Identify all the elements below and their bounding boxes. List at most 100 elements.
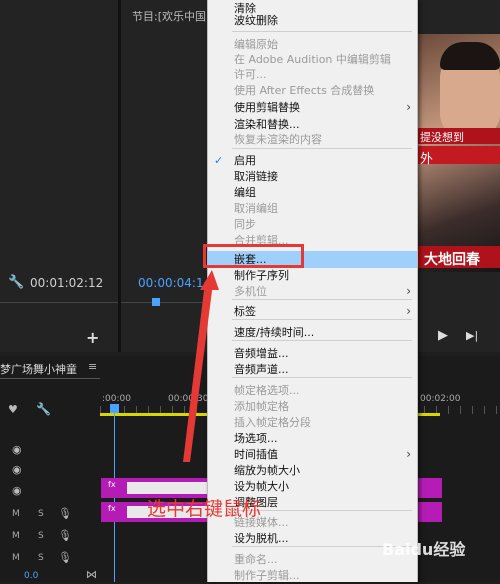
video-clip-end[interactable] [416,478,442,498]
menu-item-label: 设为帧大小 [234,480,289,493]
menu-item-label: 缩放为帧大小 [234,464,300,477]
ruler-label-1: :00:00 [102,394,131,404]
menu-item-label: 重命名... [234,553,278,566]
menu-item: 恢复未渲染的内容 [208,131,417,148]
menu-item[interactable]: 标签 › [208,303,417,320]
menu-item: 多机位 › [208,283,417,300]
annotation-text: 选中右键鼠标 [147,498,262,520]
eye-icon[interactable]: ◉ [12,484,22,497]
menu-item-label: 在 Adobe Audition 中编辑剪辑 [234,53,391,66]
menu-item-label: 同步 [234,218,256,231]
menu-item-label: 制作子剪辑... [234,569,300,582]
caption-2: 外 [420,152,434,167]
menu-item: 许可... [208,66,417,83]
microphone-icon[interactable]: 🎙 [58,507,72,520]
menu-item-label: 标签 [234,305,256,318]
play-icon[interactable]: ▶ [438,328,448,343]
nest-highlight-box [203,244,304,268]
submenu-arrow-icon: › [406,304,411,318]
solo-toggle[interactable]: S [38,531,44,541]
menu-item: 制作子剪辑... [208,567,417,584]
menu-item-label: 帧定格选项... [234,384,300,397]
clip-fx-badge: fx [108,480,116,489]
watermark: Baidu经验 [382,540,466,559]
menu-item-label: 设为脱机... [234,532,289,545]
mute-toggle[interactable]: M [12,531,20,541]
wrench-icon-timeline[interactable]: 🔧 [36,402,51,416]
mute-toggle[interactable]: M [12,509,20,519]
menu-item-label: 使用 After Effects 合成替换 [234,84,375,97]
sequence-tab[interactable]: 梦广场舞小神童 [0,361,77,377]
menu-item-label: 制作子序列 [234,269,289,282]
microphone-icon[interactable]: 🎙 [58,529,72,542]
menu-item[interactable]: 场选项... [208,430,417,447]
menu-item[interactable]: 启用 ✓ [208,152,417,169]
menu-item[interactable]: 音频增益... [208,345,417,362]
menu-item-label: 使用剪辑替换 [234,101,300,114]
program-timecode: 00:00:04:1 [138,276,204,290]
timeline-tab-underline [0,378,100,379]
program-playhead[interactable] [152,298,160,306]
source-timecode: 00:01:02:12 [30,276,104,290]
menu-item-label: 波纹删除 [234,14,278,27]
menu-item[interactable]: 速度/持续时间... [208,324,417,341]
solo-toggle[interactable]: S [38,509,44,519]
menu-item: 帧定格选项... [208,382,417,399]
menu-item[interactable]: 时间插值 › [208,446,417,463]
menu-item[interactable]: 编组 [208,184,417,201]
menu-item-label: 编组 [234,186,256,199]
menu-item-label: 取消链接 [234,170,278,183]
program-monitor-title: 节目:[欢乐中国 [132,10,206,23]
menu-item-label: 启用 [234,154,256,167]
submenu-arrow-icon: › [406,447,411,461]
add-button-icon[interactable]: + [86,328,99,347]
menu-item-label: 音频增益... [234,347,289,360]
menu-item-label: 编辑原始 [234,38,278,51]
menu-item[interactable]: 设为帧大小 [208,478,417,495]
audio-clip-end[interactable] [416,502,442,522]
clip-fx-badge: fx [108,504,116,513]
microphone-icon[interactable]: 🎙 [58,551,72,564]
menu-item: 使用 After Effects 合成替换 [208,82,417,99]
menu-item-label: 渲染和替换... [234,118,300,131]
menu-item[interactable]: 制作子序列 [208,267,417,284]
submenu-arrow-icon: › [406,284,411,298]
menu-separator [232,148,412,149]
menu-item-label: 多机位 [234,285,267,298]
solo-toggle[interactable]: S [38,553,44,563]
volume-value[interactable]: 0.0 [24,571,38,581]
menu-item: 同步 [208,216,417,233]
menu-item-label: 场选项... [234,432,278,445]
sequence-menu-icon[interactable]: ≡ [88,360,97,373]
menu-item: 取消编组 [208,200,417,217]
snap-icon[interactable]: ♥ [8,403,18,416]
mute-toggle[interactable]: M [12,553,20,563]
menu-item: 添加帧定格 [208,398,417,415]
menu-item-label: 取消编组 [234,202,278,215]
menu-item[interactable]: 取消链接 [208,168,417,185]
menu-item[interactable]: 缩放为帧大小 [208,462,417,479]
menu-item-label: 速度/持续时间... [234,326,315,339]
step-forward-icon[interactable]: ▶| [466,329,478,342]
menu-separator [232,31,412,32]
ruler-label-5: 00:02:00 [420,394,461,404]
menu-item[interactable]: 音频声道... [208,361,417,378]
menu-item[interactable]: 波纹删除 [208,12,417,29]
menu-item[interactable]: 使用剪辑替换 › [208,99,417,116]
source-scrub-bar[interactable] [0,302,118,317]
caption-1: 提没想到 [420,131,464,144]
menu-item: 插入帧定格分段 [208,414,417,431]
timeline-playhead[interactable] [110,404,119,413]
video-hair [440,42,500,70]
submenu-arrow-icon: › [406,100,411,114]
eye-icon[interactable]: ◉ [12,443,22,456]
eye-icon[interactable]: ◉ [12,463,22,476]
menu-item-label: 添加帧定格 [234,400,289,413]
menu-item-label: 音频声道... [234,363,289,376]
menu-item-label: 恢复未渲染的内容 [234,133,322,146]
zoom-handle-icon[interactable]: ⋈ [86,568,97,581]
menu-item-label: 许可... [234,68,267,81]
menu-item-label: 时间插值 [234,448,278,461]
program-scrub-bar[interactable] [121,302,207,317]
wrench-icon[interactable]: 🔧 [8,275,24,290]
